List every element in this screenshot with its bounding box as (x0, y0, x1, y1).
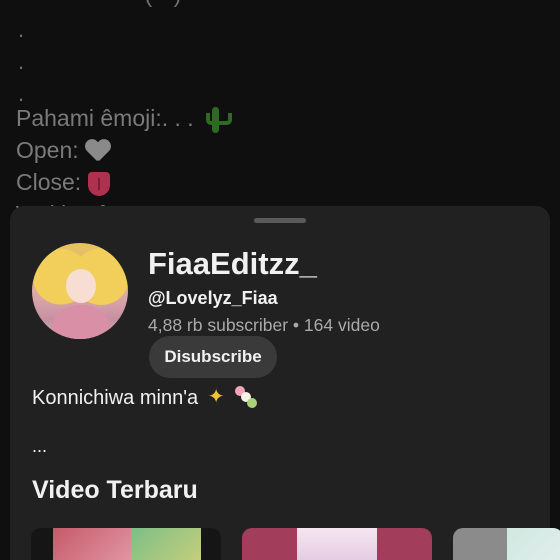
grey-heart-icon (85, 140, 111, 164)
dot-line: . (18, 49, 25, 74)
video-thumbnail[interactable] (453, 528, 560, 560)
close-line: Close: (16, 166, 110, 198)
channel-handle: @Lovelyz_Fiaa (148, 288, 278, 308)
sparkles-icon (208, 384, 226, 409)
channel-stats: 4,88 rb subscriber • 164 video (148, 315, 380, 335)
close-label: Close: (16, 169, 82, 195)
unsubscribe-button[interactable]: Disubscribe (149, 336, 277, 378)
tongue-icon (87, 171, 110, 196)
open-label: Open: (16, 137, 79, 163)
channel-name: FiaaEditzz_ (148, 246, 317, 281)
dango-icon (233, 384, 259, 410)
latest-videos-title: Video Terbaru (32, 476, 198, 504)
video-thumbnail[interactable] (31, 528, 221, 560)
background-description: · · · · · · · · · (· ·) . . . Pahami êmo… (0, 0, 560, 230)
channel-description[interactable]: Konnichiwa minn'a (32, 384, 259, 410)
channel-description-text: Konnichiwa minn'a (32, 387, 199, 409)
open-line: Open: (16, 134, 111, 166)
description-more[interactable]: ... (32, 436, 47, 457)
emoji-legend-line: Pahami êmoji:. . . (16, 102, 233, 134)
cut-off-text-top: · · · · · · · · · (· ·) (18, 0, 181, 10)
dot-line: . (18, 17, 25, 42)
cactus-icon (206, 106, 233, 133)
avatar-figure-face (66, 269, 96, 303)
channel-bottom-sheet: FiaaEditzz_ @Lovelyz_Fiaa 4,88 rb subscr… (10, 206, 560, 560)
drag-handle[interactable] (254, 218, 306, 223)
video-thumbnail[interactable] (242, 528, 432, 560)
avatar-figure-dress (50, 305, 112, 339)
channel-avatar[interactable] (32, 243, 128, 339)
emoji-legend-text: Pahami êmoji:. . . (16, 105, 194, 131)
